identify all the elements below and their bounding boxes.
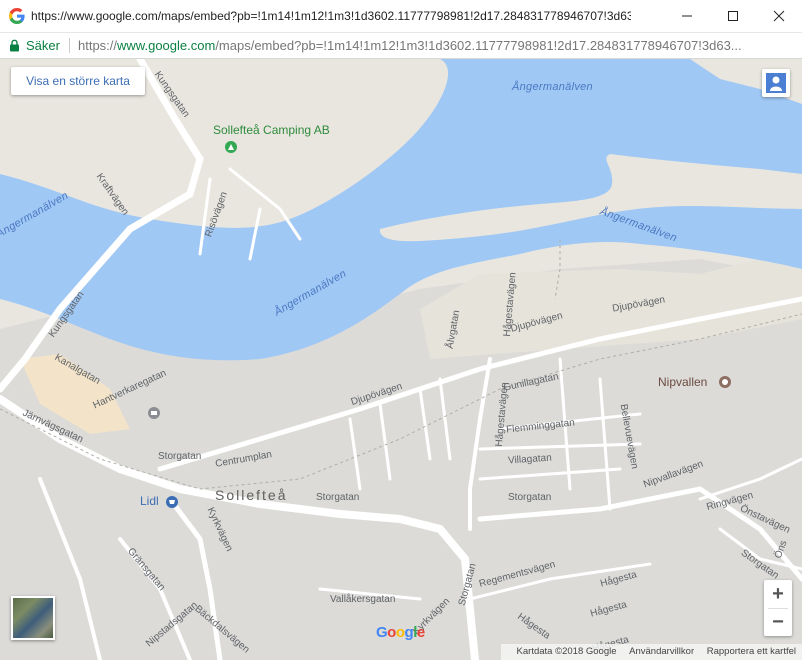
- street-label: Storgatan: [508, 492, 552, 503]
- close-icon: [773, 10, 785, 22]
- pegman-icon: [766, 73, 786, 93]
- stadium-icon: [719, 376, 731, 388]
- maximize-icon: [728, 11, 738, 22]
- river-label: Ångermanälven: [512, 81, 593, 93]
- street-label: Vallåkersgatan: [330, 594, 396, 605]
- minimize-icon: [682, 15, 692, 17]
- street-label: Storgatan: [316, 492, 360, 503]
- lidl-label[interactable]: Lidl: [140, 494, 159, 508]
- address-separator: [69, 38, 70, 53]
- logo-letter: o: [387, 624, 396, 641]
- url-text[interactable]: https://www.google.com/maps/embed?pb=!1m…: [78, 38, 798, 53]
- map-canvas[interactable]: Ångermanälven Ångermanälven Ångermanälve…: [0, 59, 802, 660]
- satellite-toggle-button[interactable]: [11, 596, 55, 640]
- url-path: /maps/embed?pb=!1m14!1m12!1m3!1d3602.117…: [215, 38, 742, 53]
- zoom-controls: + −: [764, 580, 792, 636]
- secure-label: Säker: [26, 38, 60, 53]
- google-favicon-icon: [9, 8, 25, 24]
- logo-letter: g: [404, 624, 414, 641]
- town-label: Sollefteå: [215, 487, 288, 503]
- google-logo: Google: [376, 624, 425, 641]
- maximize-button[interactable]: [710, 0, 756, 32]
- url-host: www.google.com: [117, 38, 216, 53]
- logo-letter: o: [395, 624, 405, 641]
- window-titlebar: https://www.google.com/maps/embed?pb=!1m…: [0, 0, 802, 33]
- bank-icon: [148, 407, 160, 419]
- logo-letter: G: [376, 624, 388, 641]
- shopping-cart-icon: [166, 496, 178, 508]
- lock-icon: [10, 39, 19, 52]
- map-data-credit: Kartdata ©2018 Google: [516, 646, 617, 657]
- camping-label[interactable]: Sollefteå Camping AB: [213, 123, 330, 137]
- street-label: Storgatan: [158, 451, 202, 462]
- report-error-link[interactable]: Rapportera ett kartfel: [707, 646, 796, 657]
- terms-link[interactable]: Användarvillkor: [629, 646, 694, 657]
- zoom-in-button[interactable]: +: [764, 580, 792, 608]
- zoom-out-button[interactable]: −: [764, 608, 792, 636]
- close-button[interactable]: [756, 0, 802, 32]
- nipvallen-label[interactable]: Nipvallen: [658, 375, 707, 389]
- pegman-button[interactable]: [762, 69, 790, 97]
- zoom-divider: [768, 608, 788, 609]
- minimize-button[interactable]: [664, 0, 710, 32]
- camping-icon: [225, 141, 237, 153]
- window-title: https://www.google.com/maps/embed?pb=!1m…: [31, 9, 631, 23]
- map-footer: Kartdata ©2018 Google Användarvillkor Ra…: [500, 644, 802, 660]
- address-bar[interactable]: Säker https://www.google.com/maps/embed?…: [0, 33, 802, 59]
- logo-letter: e: [416, 624, 425, 641]
- view-larger-map-button[interactable]: Visa en större karta: [11, 67, 145, 95]
- url-scheme: https://: [78, 38, 118, 53]
- map-graphics: [0, 59, 802, 660]
